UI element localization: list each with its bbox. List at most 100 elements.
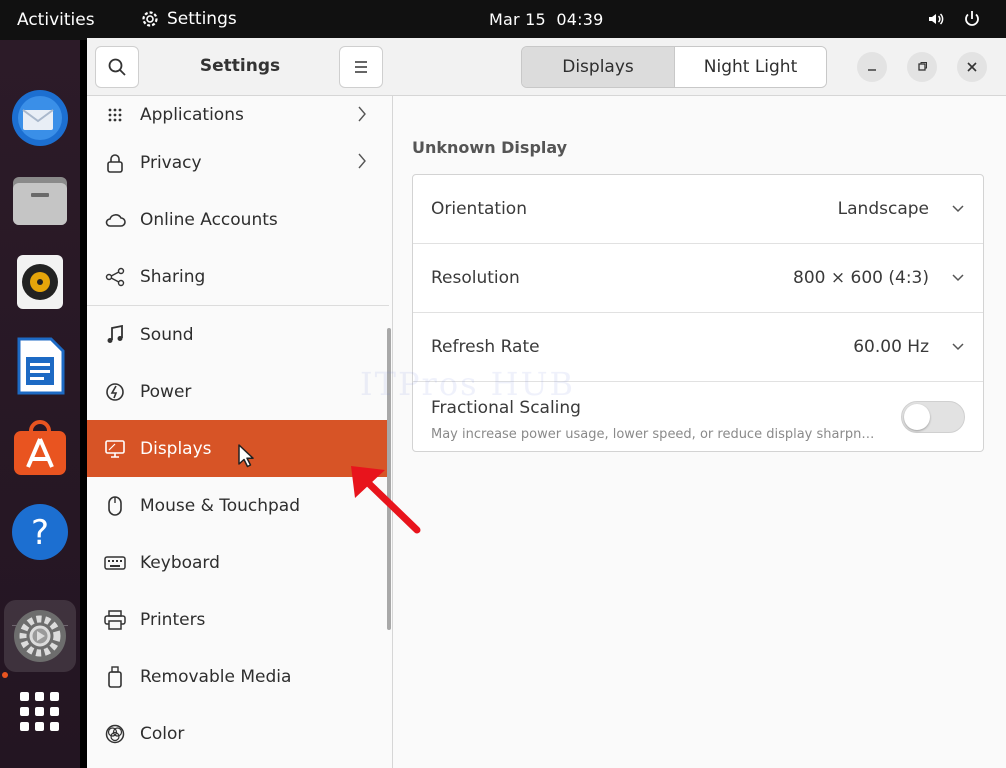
sidebar-item-label: Privacy (140, 152, 202, 173)
sidebar-item-label: Keyboard (140, 552, 220, 573)
lock-icon (104, 152, 126, 174)
main-header: Displays Night Light (393, 38, 1006, 96)
rhythmbox-icon (17, 255, 63, 309)
dock-help[interactable]: ? (8, 500, 72, 564)
sidebar-item-power[interactable]: Power (87, 363, 389, 420)
music-note-icon (104, 324, 126, 346)
main-panel: Displays Night Light Unknown Display Ori… (393, 38, 1006, 768)
system-tray[interactable] (926, 9, 982, 29)
sidebar-header: Settings (87, 38, 393, 96)
sidebar-item-label: Printers (140, 609, 206, 630)
sidebar-item-label: Displays (140, 438, 212, 459)
minimize-icon (868, 69, 876, 71)
chevron-right-icon (358, 106, 366, 122)
clock-date: Mar 15 (489, 10, 546, 29)
refresh-rate-value: 60.00 Hz (853, 337, 929, 357)
app-grid-icon (20, 692, 59, 731)
help-icon: ? (12, 504, 68, 560)
fractional-scaling-description: May increase power usage, lower speed, o… (431, 427, 881, 442)
restore-icon (918, 62, 927, 71)
mouse-icon (104, 495, 126, 517)
display-settings-list: Orientation Landscape Resolution 800 × 6… (412, 174, 984, 452)
sidebar-item-privacy[interactable]: Privacy (87, 134, 389, 191)
sidebar-item-label: Removable Media (140, 666, 292, 687)
sidebar: Settings Applications Privacy Online Acc… (87, 38, 393, 768)
sidebar-item-label: Color (140, 723, 185, 744)
switch-knob (904, 404, 930, 430)
app-menu-label: Settings (167, 9, 237, 29)
tab-night-light[interactable]: Night Light (674, 47, 826, 87)
cloud-icon (104, 209, 126, 231)
gear-icon (142, 11, 158, 27)
svg-text:?: ? (31, 513, 49, 553)
orientation-value: Landscape (837, 199, 929, 219)
sidebar-item-label: Sound (140, 324, 194, 345)
view-switcher: Displays Night Light (521, 46, 827, 88)
sidebar-item-keyboard[interactable]: Keyboard (87, 534, 389, 591)
maximize-button[interactable] (907, 52, 937, 82)
usb-icon (104, 665, 126, 688)
dock-thunderbird[interactable] (8, 86, 72, 150)
sidebar-item-printers[interactable]: Printers (87, 591, 389, 648)
resolution-value: 800 × 600 (4:3) (793, 268, 929, 288)
grid-icon (104, 104, 126, 126)
sidebar-item-online-accounts[interactable]: Online Accounts (87, 191, 389, 248)
settings-icon (14, 610, 66, 662)
chevron-down-icon (952, 343, 964, 351)
dock-show-apps[interactable] (8, 680, 72, 744)
dock-settings[interactable] (4, 600, 76, 672)
dock-writer[interactable] (8, 334, 72, 398)
sidebar-item-label: Sharing (140, 266, 206, 287)
watermark: ITPros HUB (360, 365, 576, 403)
orientation-row[interactable]: Orientation Landscape (413, 175, 983, 244)
power-icon (104, 381, 126, 403)
color-icon (104, 723, 126, 745)
dock-rhythmbox[interactable] (8, 250, 72, 314)
activities-button[interactable]: Activities (17, 10, 95, 30)
sidebar-item-removable-media[interactable]: Removable Media (87, 648, 389, 705)
dock: ? (0, 40, 80, 768)
minimize-button[interactable] (857, 52, 887, 82)
printer-icon (104, 609, 126, 631)
chevron-right-icon (358, 153, 366, 169)
top-bar: Activities Settings Mar 15 04:39 (0, 0, 1006, 40)
chevron-down-icon (952, 274, 964, 282)
sidebar-item-label: Online Accounts (140, 209, 278, 230)
dock-files[interactable] (8, 168, 72, 232)
display-name-heading: Unknown Display (412, 138, 568, 157)
fractional-scaling-switch[interactable] (901, 401, 965, 433)
hamburger-icon (355, 61, 367, 73)
sidebar-item-color[interactable]: Color (87, 705, 389, 762)
power-menu-icon[interactable] (962, 9, 982, 29)
sidebar-nav: Applications Privacy Online Accounts Sha… (87, 96, 389, 762)
clock-time: 04:39 (556, 10, 604, 29)
app-menu[interactable]: Settings (140, 9, 237, 29)
files-icon (13, 177, 67, 225)
sidebar-item-mouse-touchpad[interactable]: Mouse & Touchpad (87, 477, 389, 534)
keyboard-icon (104, 552, 126, 574)
running-indicator (2, 672, 8, 678)
sidebar-item-sharing[interactable]: Sharing (87, 248, 389, 305)
tab-displays[interactable]: Displays (522, 47, 674, 87)
mouse-pointer-icon (238, 444, 254, 468)
resolution-label: Resolution (431, 268, 520, 288)
sidebar-item-label: Mouse & Touchpad (140, 495, 301, 516)
app-center-icon (14, 420, 66, 475)
display-icon (104, 438, 126, 460)
writer-icon (17, 337, 65, 395)
clock[interactable]: Mar 15 04:39 (489, 10, 604, 29)
close-button[interactable] (957, 52, 987, 82)
sidebar-item-applications[interactable]: Applications (87, 96, 389, 134)
menu-button[interactable] (339, 46, 383, 88)
volume-icon[interactable] (926, 9, 946, 29)
dock-app-center[interactable] (8, 416, 72, 480)
share-icon (104, 266, 126, 288)
resolution-row[interactable]: Resolution 800 × 600 (4:3) (413, 244, 983, 313)
orientation-label: Orientation (431, 199, 527, 219)
sidebar-item-label: Applications (140, 105, 244, 125)
sidebar-item-sound[interactable]: Sound (87, 306, 389, 363)
thunderbird-icon (12, 90, 68, 146)
annotation-arrow-icon (351, 466, 421, 534)
close-icon (967, 62, 977, 72)
sidebar-item-label: Power (140, 381, 192, 402)
